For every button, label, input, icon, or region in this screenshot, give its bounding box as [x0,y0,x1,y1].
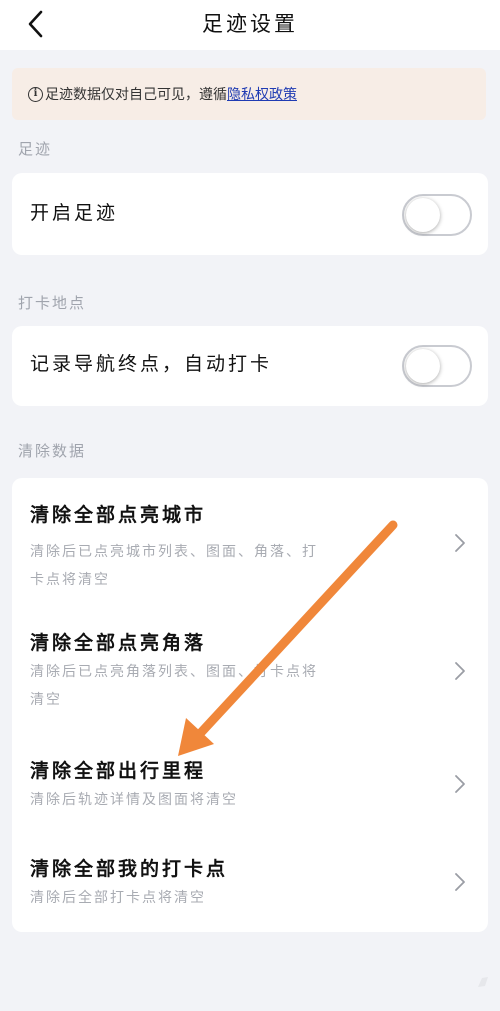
header-bar: 足迹设置 [0,0,500,50]
clear-mileage-item[interactable]: 清除全部出行里程 清除后轨迹详情及图面将清空 [12,756,488,826]
chevron-right-icon [455,662,465,680]
clear-corners-item[interactable]: 清除全部点亮角落 清除后已点亮角落列表、图面、打卡点将清空 [12,628,488,738]
item-description: 清除后全部打卡点将清空 [30,890,206,906]
item-description: 清除后已点亮角落列表、图面、打卡点将清空 [30,664,318,708]
footprint-card: 开启足迹 [12,173,488,255]
section-label-checkin: 打卡地点 [18,294,87,312]
section-label-clear: 清除数据 [18,442,87,460]
item-description: 清除后已点亮城市列表、图面、角落、打卡点将清空 [30,544,318,588]
privacy-notice: i 足迹数据仅对自己可见，遵循 隐私权政策 [12,68,486,120]
clear-data-card: 清除全部点亮城市 清除后已点亮城市列表、图面、角落、打卡点将清空 清除全部点亮角… [12,478,488,932]
page-title: 足迹设置 [202,12,298,36]
chevron-right-icon [455,534,465,552]
chevron-right-icon [455,873,465,891]
info-icon: i [28,86,43,102]
item-description: 清除后轨迹详情及图面将清空 [30,792,238,808]
privacy-policy-link[interactable]: 隐私权政策 [227,84,297,104]
clear-cities-item[interactable]: 清除全部点亮城市 清除后已点亮城市列表、图面、角落、打卡点将清空 [12,500,488,610]
toggle-label-footprint: 开启足迹 [30,202,119,224]
chevron-right-icon [455,775,465,793]
item-title: 清除全部出行里程 [30,760,207,782]
item-title: 清除全部我的打卡点 [30,858,229,880]
section-label-footprint: 足迹 [18,140,53,158]
item-title: 清除全部点亮角落 [30,632,207,654]
checkin-card: 记录导航终点，自动打卡 [12,326,488,406]
footprint-toggle[interactable] [402,194,472,236]
notice-text: 足迹数据仅对自己可见，遵循 [45,87,227,103]
toggle-label-checkin: 记录导航终点，自动打卡 [30,353,273,375]
corner-decoration-icon [478,977,488,987]
item-title: 清除全部点亮城市 [30,504,207,526]
toggle-knob [406,349,440,383]
auto-checkin-toggle[interactable] [402,345,472,387]
toggle-knob [406,198,440,232]
clear-checkins-item[interactable]: 清除全部我的打卡点 清除后全部打卡点将清空 [12,854,488,924]
